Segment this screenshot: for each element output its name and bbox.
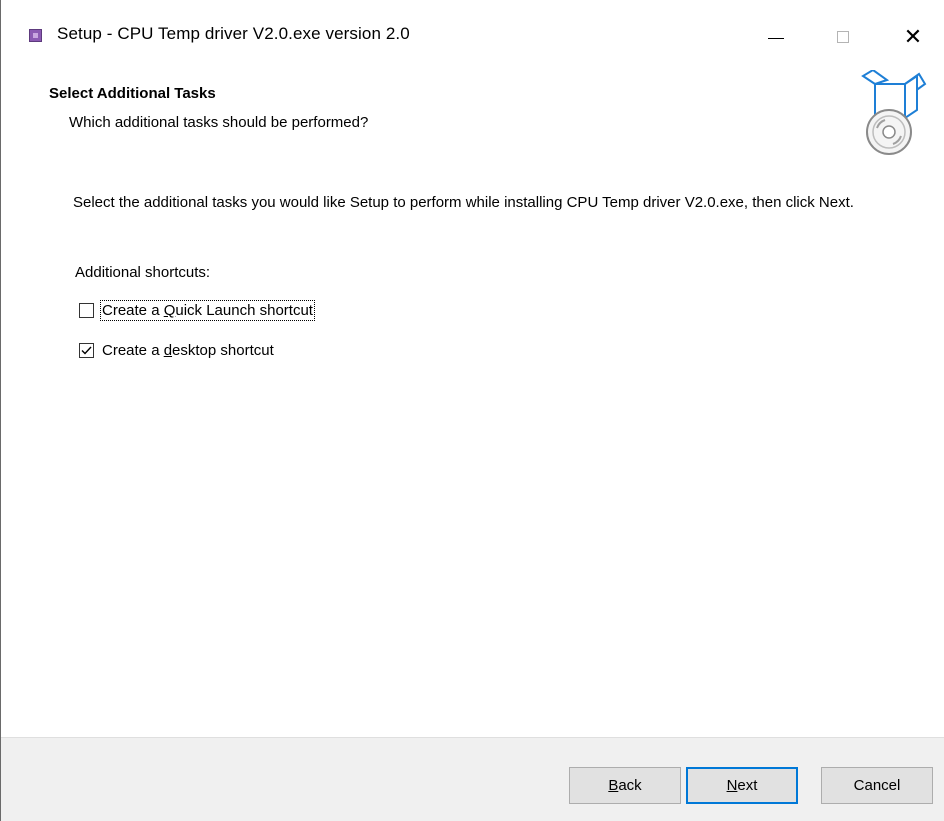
back-access-key: B <box>608 777 619 794</box>
checkbox-checked[interactable] <box>79 343 94 358</box>
task-description: Select the additional tasks you would li… <box>73 194 854 211</box>
app-icon <box>29 29 42 42</box>
page-subtitle: Which additional tasks should be perform… <box>69 114 369 131</box>
quick-launch-shortcut-checkbox[interactable]: Create a Quick Launch shortcut <box>79 300 315 321</box>
maximize-icon <box>837 31 849 43</box>
quick-launch-shortcut-label[interactable]: Create a Quick Launch shortcut <box>100 300 315 321</box>
maximize-button <box>813 14 873 60</box>
close-icon: ✕ <box>903 24 923 49</box>
setup-window: Setup - CPU Temp driver V2.0.exe version… <box>0 0 944 821</box>
next-button[interactable]: Next <box>686 767 798 804</box>
label-access-key: Q <box>163 302 176 319</box>
title-bar[interactable]: Setup - CPU Temp driver V2.0.exe version… <box>1 0 944 66</box>
setup-box-icon <box>861 70 927 155</box>
next-label: ext <box>737 777 758 794</box>
label-prefix: Create a <box>102 302 164 319</box>
header-divider <box>1 168 944 169</box>
window-title: Setup - CPU Temp driver V2.0.exe version… <box>57 24 410 43</box>
desktop-shortcut-checkbox[interactable]: Create a desktop shortcut <box>79 341 275 360</box>
page-title: Select Additional Tasks <box>49 85 216 102</box>
shortcuts-group-label: Additional shortcuts: <box>75 264 211 281</box>
desktop-shortcut-label[interactable]: Create a desktop shortcut <box>101 341 275 360</box>
next-access-key: N <box>726 777 738 794</box>
back-label: ack <box>618 777 642 794</box>
cancel-button[interactable]: Cancel <box>821 767 933 804</box>
label-suffix: uick Launch shortcut <box>175 302 313 319</box>
label-suffix: esktop shortcut <box>172 342 274 359</box>
label-access-key: d <box>163 342 173 359</box>
label-prefix: Create a <box>102 342 164 359</box>
minimize-icon <box>768 37 784 39</box>
back-button[interactable]: Back <box>569 767 681 804</box>
checkbox-unchecked[interactable] <box>79 303 94 318</box>
close-button[interactable]: ✕ <box>883 14 943 60</box>
button-footer <box>1 737 944 821</box>
minimize-button[interactable] <box>746 14 806 60</box>
checkmark-icon <box>81 346 92 355</box>
